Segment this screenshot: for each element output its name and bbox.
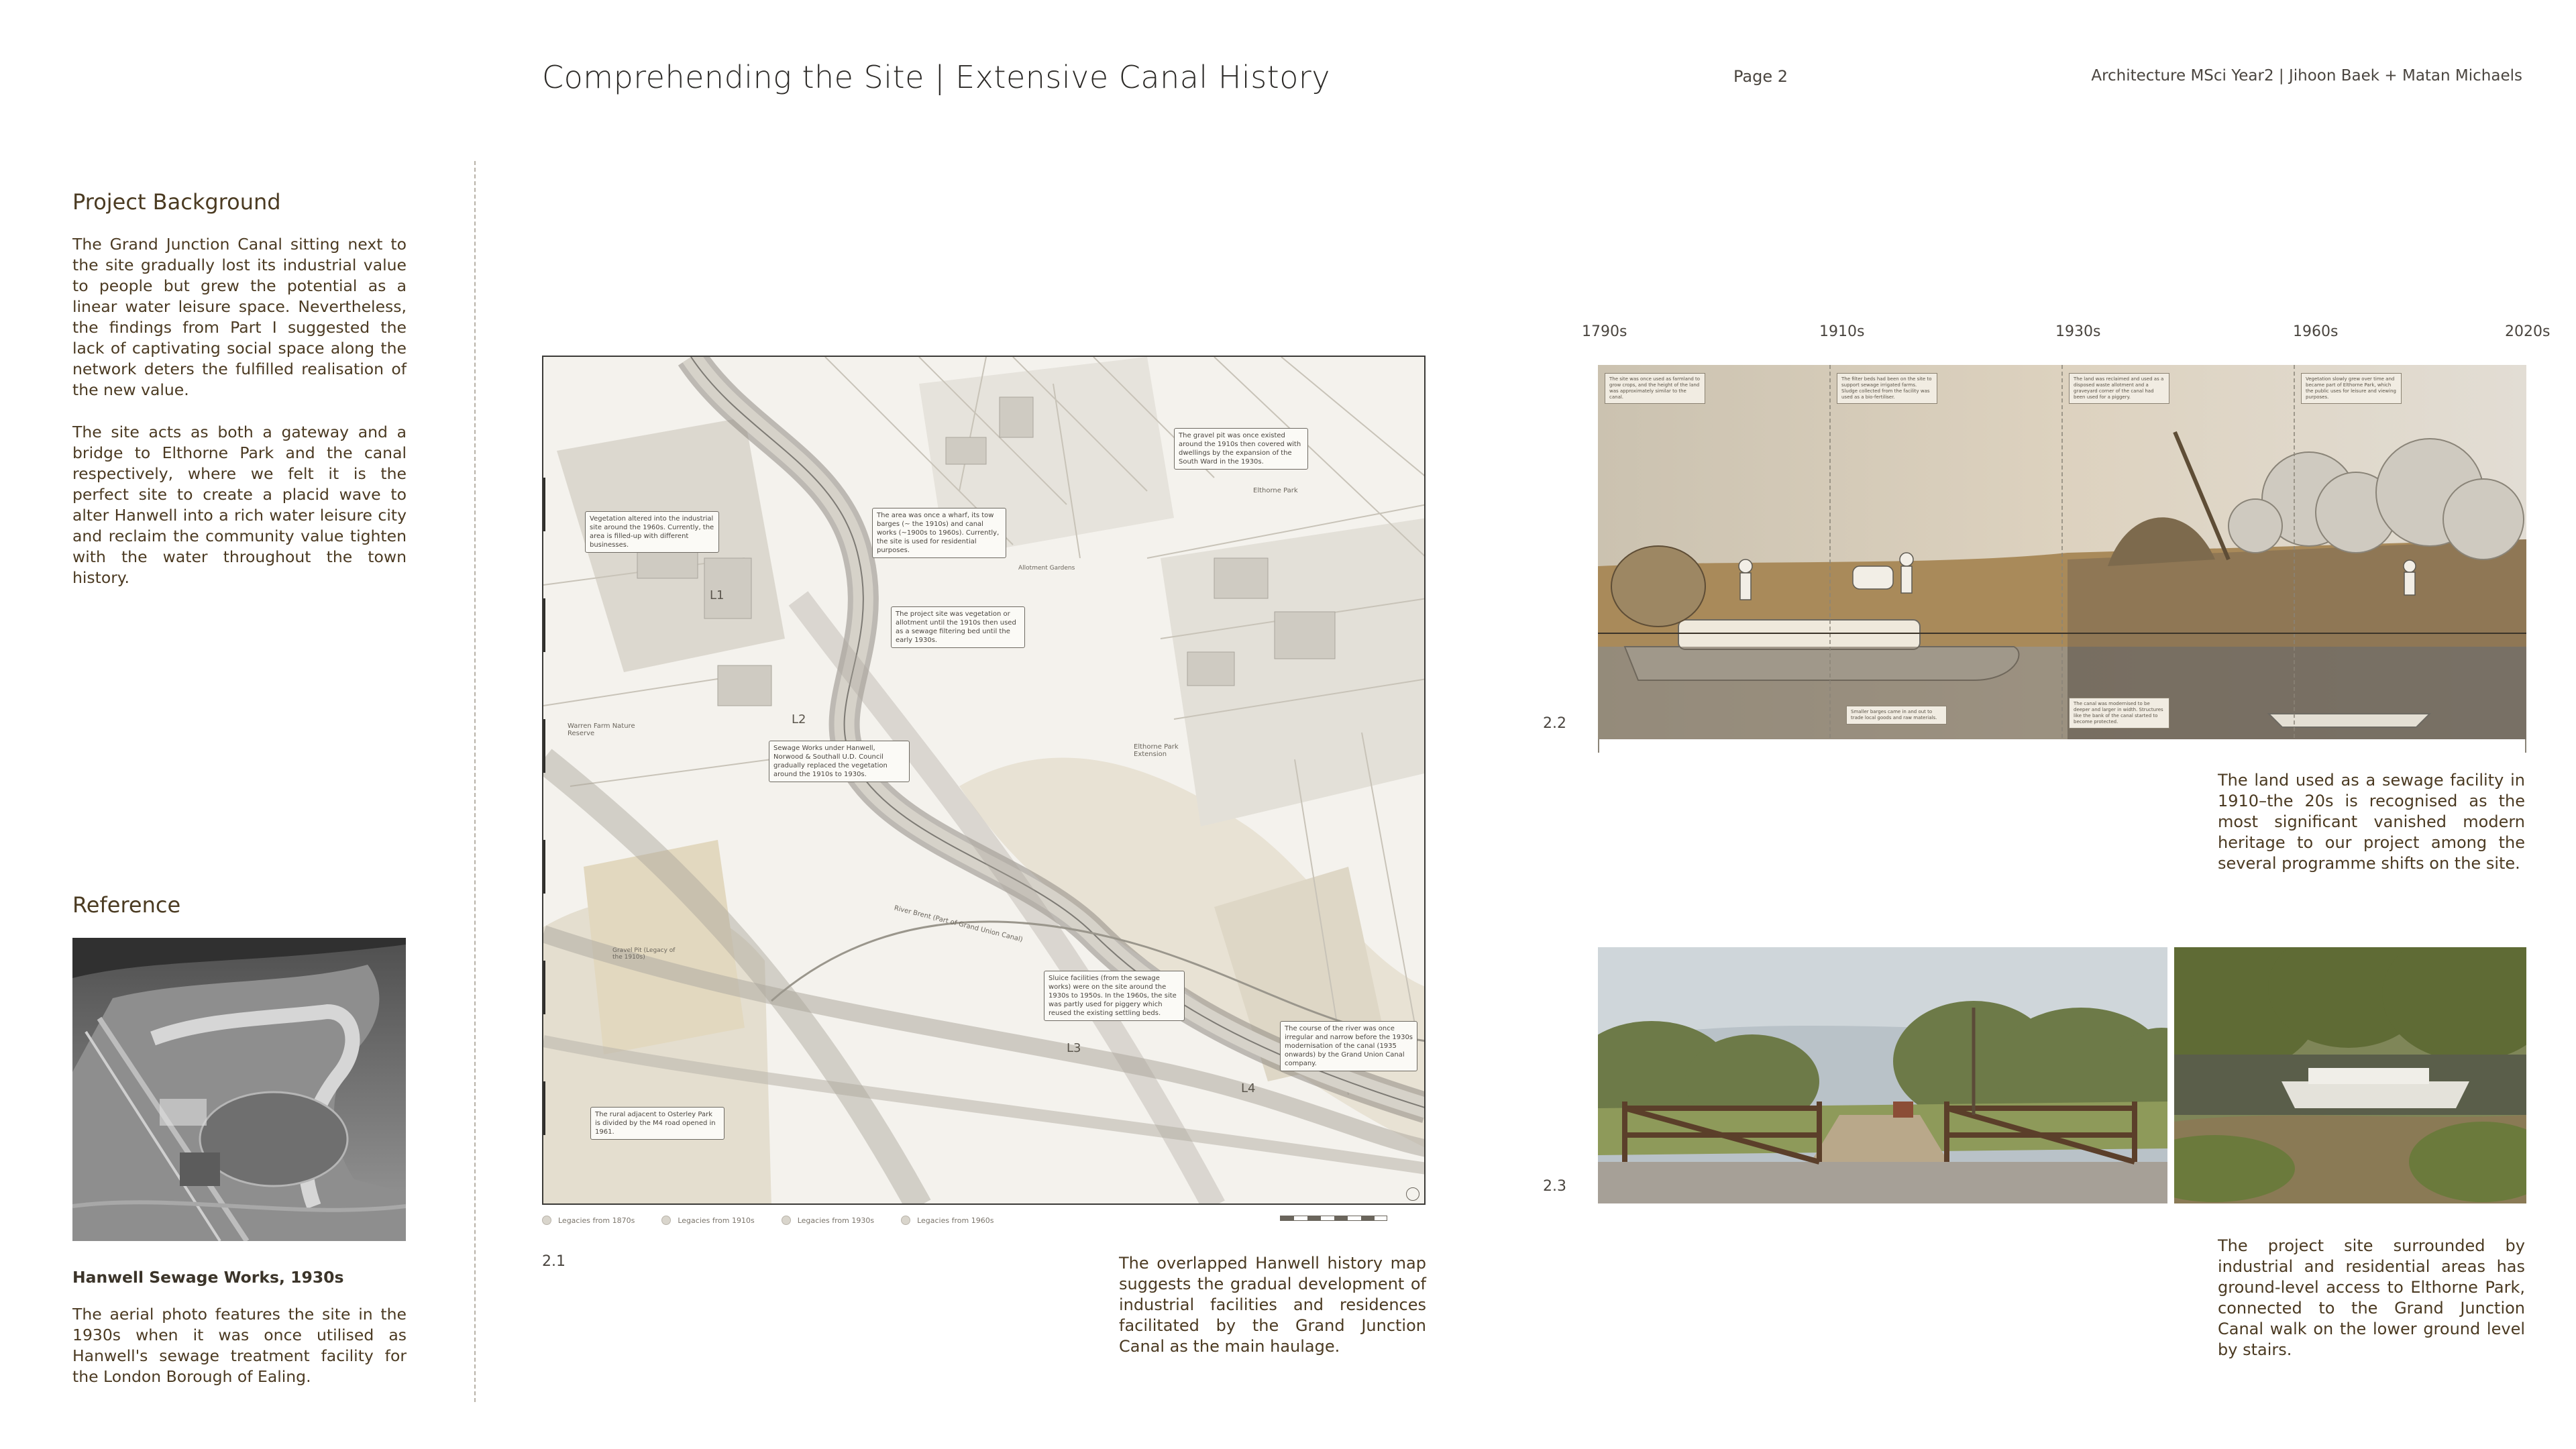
legend-item: Legacies from 1960s bbox=[901, 1216, 994, 1225]
legend-item: Legacies from 1870s bbox=[542, 1216, 635, 1225]
map-caption: The overlapped Hanwell history map sugge… bbox=[1119, 1254, 1426, 1356]
legend-swatch-icon bbox=[542, 1216, 551, 1225]
map-note: The area was once a wharf, its tow barge… bbox=[872, 508, 1006, 558]
place-label: Warren Farm Nature Reserve bbox=[568, 722, 635, 737]
page-number: Page 2 bbox=[1733, 67, 1788, 86]
marker-label: L4 bbox=[1241, 1081, 1256, 1095]
marker-label: L2 bbox=[792, 712, 806, 727]
timeline-note: The canal was modernised to be deeper an… bbox=[2069, 698, 2169, 729]
site-history-timeline-collage: The site was once used as farmland to gr… bbox=[1598, 365, 2526, 739]
timeline-note: Smaller barges came in and out to trade … bbox=[1846, 706, 1947, 724]
reference-photo-caption: The aerial photo features the site in th… bbox=[72, 1305, 407, 1386]
legend-label: Legacies from 1870s bbox=[558, 1216, 635, 1225]
timeline-year: 1790s bbox=[1582, 323, 1627, 340]
course-credit: Architecture MSci Year2 | Jihoon Baek + … bbox=[2091, 67, 2522, 85]
background-paragraph-1: The Grand Junction Canal sitting next to… bbox=[72, 235, 407, 399]
page-title: Comprehending the Site | Extensive Canal… bbox=[542, 59, 1330, 95]
map-legend: Legacies from 1870s Legacies from 1910s … bbox=[542, 1216, 994, 1225]
scale-bar bbox=[1280, 1216, 1387, 1221]
timeline-note: The site was once used as farmland to gr… bbox=[1605, 373, 1705, 404]
background-heading: Project Background bbox=[72, 189, 281, 215]
legend-swatch-icon bbox=[661, 1216, 672, 1225]
map-note: The gravel pit was once existed around t… bbox=[1174, 428, 1308, 470]
timeline-caption: The land used as a sewage facility in 19… bbox=[2218, 771, 2525, 873]
marker-label: L3 bbox=[1067, 1041, 1081, 1055]
figure-number: 2.3 bbox=[1543, 1178, 1566, 1195]
map-note: The rural adjacent to Osterley Park is d… bbox=[590, 1107, 724, 1140]
map-note: Sluice facilities (from the sewage works… bbox=[1044, 971, 1185, 1021]
figure-number: 2.1 bbox=[542, 1253, 566, 1270]
north-arrow-icon bbox=[1406, 1187, 1419, 1201]
reference-photo-title: Hanwell Sewage Works, 1930s bbox=[72, 1268, 344, 1287]
marker-label: L1 bbox=[710, 588, 724, 602]
reference-aerial-photo bbox=[72, 938, 406, 1241]
legend-swatch-icon bbox=[901, 1216, 911, 1225]
legend-item: Legacies from 1930s bbox=[781, 1216, 875, 1225]
timeline-axis bbox=[1598, 739, 2526, 753]
site-gate-photo bbox=[1598, 947, 2167, 1203]
timeline-year: 2020s bbox=[2505, 323, 2551, 340]
legend-item: Legacies from 1910s bbox=[661, 1216, 755, 1225]
map-note: The course of the river was once irregul… bbox=[1280, 1021, 1417, 1071]
background-paragraph-2: The site acts as both a gateway and a br… bbox=[72, 423, 407, 587]
place-label: Elthorne Park bbox=[1253, 487, 1298, 494]
place-label: Allotment Gardens bbox=[1018, 565, 1075, 572]
map-note: Sewage Works under Hanwell, Norwood & So… bbox=[769, 741, 910, 782]
hanwell-history-map: Vegetation altered into the industrial s… bbox=[542, 356, 1426, 1205]
reference-heading: Reference bbox=[72, 892, 181, 918]
timeline-year: 1960s bbox=[2293, 323, 2339, 340]
timeline-year: 1910s bbox=[1819, 323, 1865, 340]
place-label: Gravel Pit (Legacy of the 1910s) bbox=[612, 947, 676, 961]
legend-label: Legacies from 1930s bbox=[797, 1216, 875, 1225]
photos-caption: The project site surrounded by industria… bbox=[2218, 1236, 2525, 1359]
timeline-note: The land was reclaimed and used as a dis… bbox=[2069, 373, 2169, 404]
place-label: Elthorne Park Extension bbox=[1134, 743, 1179, 758]
figure-number: 2.2 bbox=[1543, 715, 1566, 732]
canal-boat-photo bbox=[2174, 947, 2526, 1203]
timeline-note: Vegetation slowly grew over time and bec… bbox=[2301, 373, 2402, 404]
map-note: Vegetation altered into the industrial s… bbox=[585, 511, 719, 553]
column-divider bbox=[474, 161, 476, 1402]
legend-label: Legacies from 1910s bbox=[678, 1216, 755, 1225]
timeline-note: The filter beds had been on the site to … bbox=[1837, 373, 1937, 404]
legend-swatch-icon bbox=[781, 1216, 791, 1225]
map-note: The project site was vegetation or allot… bbox=[891, 606, 1025, 648]
legend-label: Legacies from 1960s bbox=[917, 1216, 994, 1225]
timeline-year: 1930s bbox=[2055, 323, 2101, 340]
